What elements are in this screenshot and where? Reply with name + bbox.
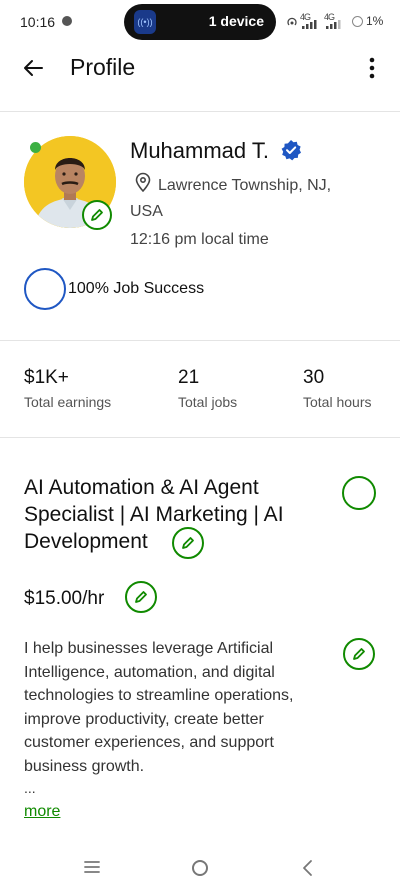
home-icon[interactable] xyxy=(192,860,208,876)
recent-apps-icon[interactable] xyxy=(84,860,100,874)
job-success-label: 100% Job Success xyxy=(68,280,205,297)
hourly-rate: $15.00/hr xyxy=(24,588,105,609)
hotspot-icon xyxy=(287,17,297,26)
stat-total-hours: 30 Total hours xyxy=(303,367,371,410)
stat-total-jobs: 21 Total jobs xyxy=(178,367,237,410)
divider xyxy=(0,340,400,341)
stat-value: 21 xyxy=(178,367,200,388)
job-success-ring xyxy=(24,268,66,310)
stat-value: 30 xyxy=(303,367,325,388)
local-time: 12:16 pm local time xyxy=(130,231,269,248)
battery-icon xyxy=(352,16,363,27)
overview-ellipsis: ... xyxy=(24,780,36,796)
stat-value: $1K+ xyxy=(24,367,69,388)
edit-title-button[interactable] xyxy=(172,527,204,559)
signal-icon-2 xyxy=(326,20,341,29)
notification-icon xyxy=(62,16,72,26)
arrow-left-icon xyxy=(24,60,43,76)
name-row: Muhammad T. xyxy=(130,138,301,164)
app-header: Profile xyxy=(0,44,400,112)
pencil-icon xyxy=(182,537,194,549)
kebab-menu-icon xyxy=(369,57,375,79)
status-bar: 10:16 ((•)) 1 device 4G 4G 1% xyxy=(0,0,400,44)
status-time: 10:16 xyxy=(20,14,56,30)
stat-label: Total jobs xyxy=(178,394,238,410)
status-indicators: 4G 4G 1% xyxy=(286,12,396,30)
divider xyxy=(0,437,400,438)
freelancer-name: Muhammad T. xyxy=(130,138,269,163)
system-nav-bar xyxy=(0,848,400,888)
specialized-profile-toggle[interactable] xyxy=(342,476,376,510)
signal-icon xyxy=(302,20,317,29)
nav-back-icon[interactable] xyxy=(300,858,316,878)
edit-rate-button[interactable] xyxy=(125,581,157,613)
verified-badge-icon xyxy=(281,140,301,161)
pencil-icon xyxy=(135,591,147,603)
more-link[interactable]: more xyxy=(24,803,60,821)
profile-overview: I help businesses leverage Artificial In… xyxy=(24,640,294,775)
stat-label: Total hours xyxy=(303,394,372,410)
stat-label: Total earnings xyxy=(24,394,112,410)
broadcast-icon: ((•)) xyxy=(134,10,156,34)
stat-total-earnings: $1K+ Total earnings xyxy=(24,367,111,410)
live-activity-pill[interactable]: ((•)) 1 device xyxy=(124,4,276,40)
edit-overview-button[interactable] xyxy=(343,638,375,670)
more-options-button[interactable] xyxy=(362,54,382,82)
pencil-icon xyxy=(353,648,365,660)
location-text: Lawrence Township, NJ, USA xyxy=(130,177,332,220)
battery-level: 1% xyxy=(366,14,384,28)
pencil-icon xyxy=(91,209,103,221)
live-activity-label: 1 device xyxy=(208,13,264,29)
edit-photo-button[interactable] xyxy=(82,200,112,230)
page-title: Profile xyxy=(70,54,136,80)
back-button[interactable] xyxy=(20,54,48,82)
online-status-dot xyxy=(30,142,41,153)
